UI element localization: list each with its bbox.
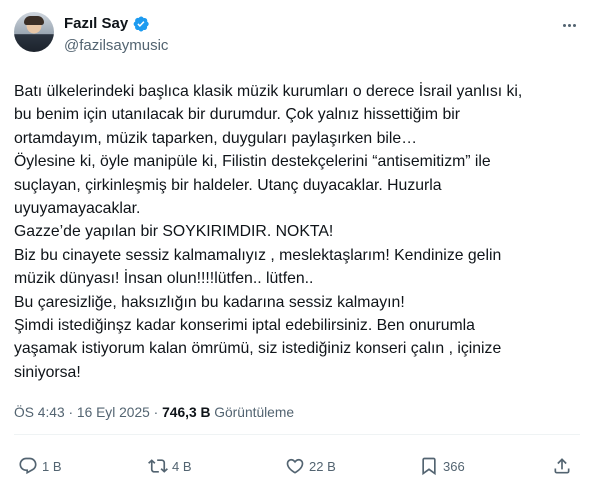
views-count: 746,3 B — [162, 405, 211, 420]
bookmark-button[interactable]: 366 — [419, 454, 465, 478]
meta-separator: · — [68, 405, 74, 420]
tweet-line: Şimdi istediğinşz kadar konserimi iptal … — [14, 316, 475, 334]
share-icon — [554, 458, 570, 474]
tweet-line: Bu çaresizliğe, haksızlığın bu kadarına … — [14, 293, 405, 311]
display-name[interactable]: Fazıl Say — [64, 15, 128, 33]
avatar[interactable] — [14, 12, 54, 52]
tweet-line: siniyorsa! — [14, 363, 81, 381]
tweet-line: bu benim için utanılacak bir durumdur. Ç… — [14, 106, 461, 124]
reply-button[interactable]: 1 B — [18, 454, 62, 478]
tweet-line: uyuyamayacaklar. — [14, 199, 141, 217]
tweet-date[interactable]: 16 Eyl 2025 — [77, 405, 150, 420]
views-label: Görüntüleme — [214, 405, 295, 420]
reply-icon — [19, 457, 37, 475]
divider — [14, 434, 580, 435]
like-button[interactable]: 22 B — [285, 454, 336, 478]
author-block: Fazıl Say @fazilsaymusic — [64, 15, 168, 55]
name-row: Fazıl Say — [64, 15, 168, 33]
like-count: 22 B — [309, 458, 336, 474]
tweet-line: Batı ülkelerindeki başlıca klasik müzik … — [14, 83, 523, 100]
bookmark-count: 366 — [443, 458, 465, 474]
tweet-time[interactable]: ÖS 4:43 — [14, 405, 65, 420]
handle[interactable]: @fazilsaymusic — [64, 37, 168, 55]
meta-separator: · — [153, 405, 159, 420]
retweet-count: 4 B — [172, 458, 192, 474]
more-dots-icon[interactable] — [558, 14, 580, 36]
tweet-line: Biz bu cinayete sessiz kalmamalıyız , me… — [14, 246, 502, 264]
bookmark-icon — [422, 457, 436, 476]
tweet-card: Fazıl Say @fazilsaymusic Batı ülkelerind… — [0, 0, 594, 492]
action-bar: 1 B 4 B 22 B 366 — [14, 454, 580, 478]
heart-icon — [286, 458, 304, 474]
tweet-line: ortamdayım, müzik taparken, duyguları pa… — [14, 129, 417, 147]
tweet-text: Batı ülkelerindeki başlıca klasik müzik … — [14, 80, 580, 384]
verified-badge-icon[interactable] — [132, 15, 150, 33]
retweet-button[interactable]: 4 B — [148, 454, 192, 478]
tweet-line: yaşamak istiyorum kalan ömrümü, siz iste… — [14, 340, 502, 358]
tweet-meta: ÖS 4:43 · 16 Eyl 2025 · 746,3 B Görüntül… — [14, 404, 294, 422]
retweet-icon — [148, 459, 168, 473]
tweet-line: Öylesine ki, öyle manipüle ki, Filistin … — [14, 153, 491, 171]
tweet-header: Fazıl Say @fazilsaymusic — [14, 12, 580, 60]
tweet-line: Gazze’de yapılan bir SOYKIRIMDIR. NOKTA! — [14, 223, 334, 241]
reply-count: 1 B — [42, 458, 62, 474]
tweet-line: müzik dünyası! İnsan olun!!!!lütfen.. lü… — [14, 270, 314, 288]
tweet-line: suçlayan, çirkinleşmiş bir haldeler. Uta… — [14, 176, 442, 194]
share-button[interactable] — [552, 454, 572, 478]
